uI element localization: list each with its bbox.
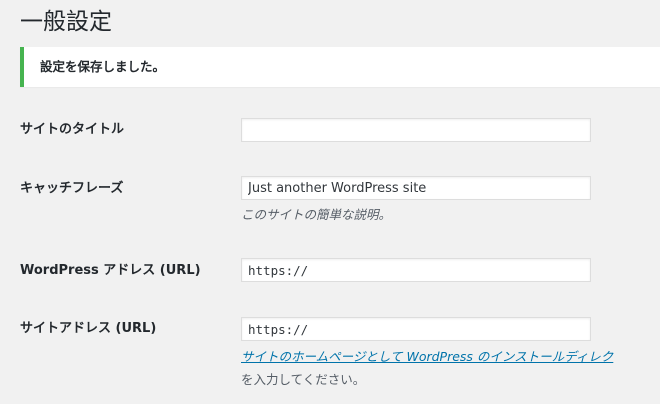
wordpress-address-label: WordPress アドレス (URL): [20, 263, 201, 278]
site-title-input[interactable]: [241, 118, 591, 142]
site-address-description: サイトのホームページとして WordPress のインストールディレク: [241, 348, 613, 366]
site-address-label: サイトアドレス (URL): [20, 321, 157, 336]
tagline-label: キャッチフレーズ: [20, 181, 124, 196]
site-address-help-link[interactable]: サイトのホームページとして WordPress のインストールディレク: [241, 349, 613, 364]
site-address-input[interactable]: [241, 317, 591, 341]
success-notice: 設定を保存しました。: [20, 47, 660, 87]
notice-message: 設定を保存しました。: [40, 59, 166, 74]
site-title-label: サイトのタイトル: [20, 122, 125, 137]
tagline-input[interactable]: [241, 176, 591, 200]
tagline-description: このサイトの簡単な説明。: [241, 207, 392, 222]
page-title: 一般設定: [20, 9, 112, 35]
site-address-description-suffix: を入力してください。: [241, 372, 366, 387]
wordpress-address-input[interactable]: [241, 258, 591, 282]
